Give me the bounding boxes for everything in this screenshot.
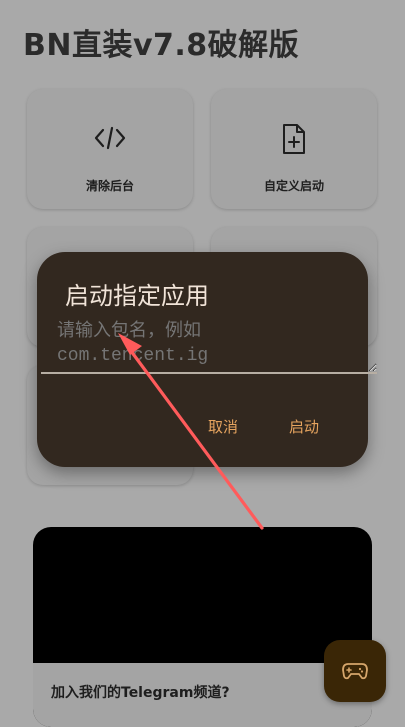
dialog-title: 启动指定应用: [65, 282, 209, 310]
telegram-banner[interactable]: 加入我们的Telegram频道?: [33, 527, 372, 727]
app-title: BN直装v7.8破解版: [23, 28, 300, 63]
cancel-button[interactable]: 取消: [208, 416, 238, 437]
clear-background-label: 清除后台: [85, 179, 134, 193]
code-icon: [94, 125, 126, 155]
gamepad-icon: [342, 663, 368, 680]
launch-button[interactable]: 启动: [289, 416, 319, 437]
custom-launch-card[interactable]: 自定义启动: [211, 89, 377, 209]
custom-launch-label: 自定义启动: [263, 179, 324, 193]
banner-footer: 加入我们的Telegram频道?: [33, 663, 372, 727]
clear-background-card[interactable]: 清除后台: [27, 89, 193, 209]
file-add-icon: [281, 123, 307, 159]
game-fab-button[interactable]: [324, 640, 386, 702]
launch-app-dialog: 启动指定应用 取消 启动: [37, 252, 377, 467]
package-name-input[interactable]: [41, 320, 377, 374]
banner-text: 加入我们的Telegram频道?: [51, 685, 230, 701]
